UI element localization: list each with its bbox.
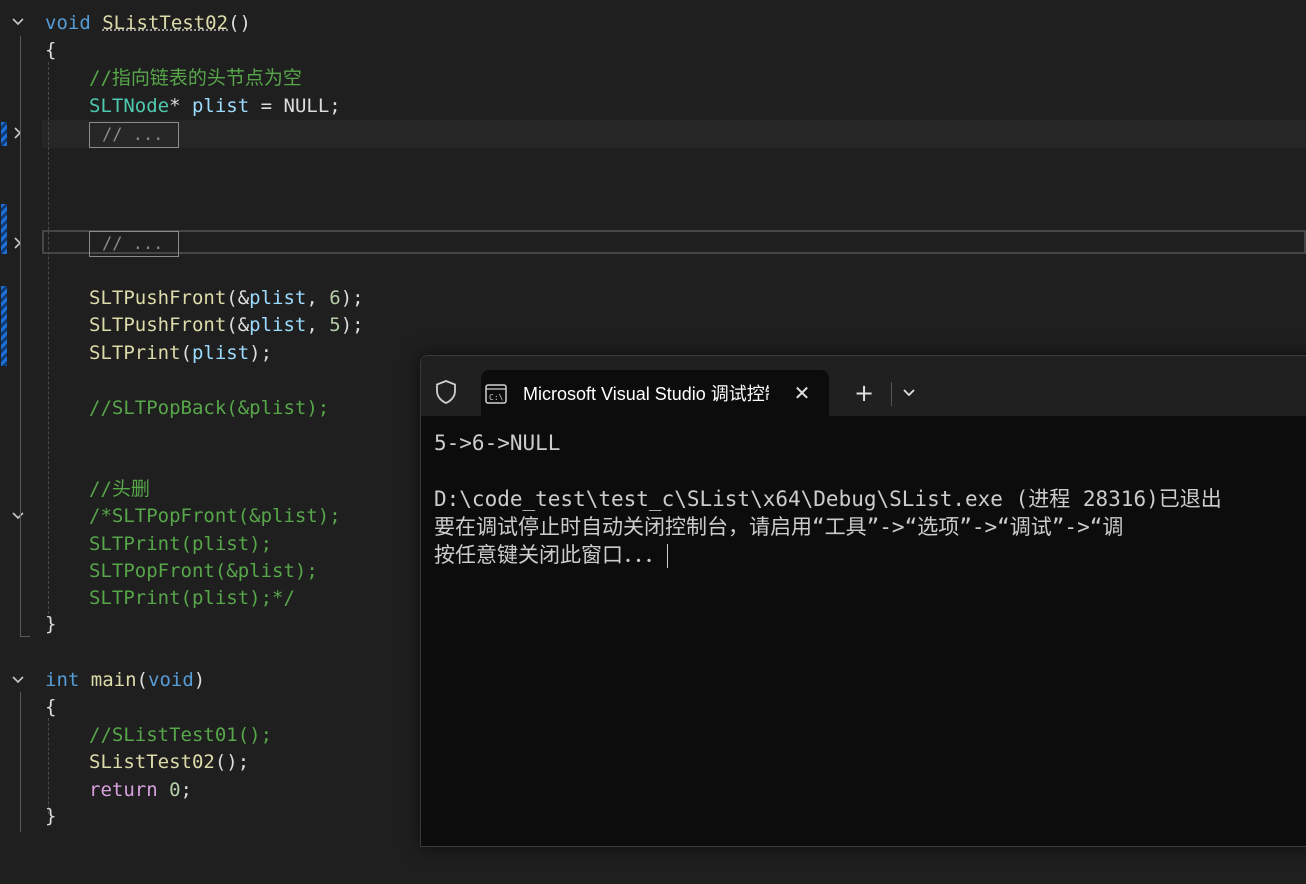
selected-line-outline [42, 230, 1306, 254]
code-line: SLTNode* plist = NULL; [0, 93, 1306, 120]
chevron-right-icon[interactable] [10, 235, 28, 253]
close-icon[interactable]: ✕ [789, 380, 815, 406]
code-line: void SListTest02() [0, 10, 1306, 37]
code-line: { [0, 37, 1306, 64]
code-line: //指向链表的头节点为空 [0, 65, 1306, 92]
console-output-line [434, 457, 1306, 485]
collapsed-region[interactable]: // ... [89, 231, 179, 257]
svg-text:C:\: C:\ [489, 393, 504, 402]
tab-title: Microsoft Visual Studio 调试控制台 [523, 370, 769, 418]
divider [891, 382, 892, 406]
shield-icon[interactable] [435, 380, 457, 404]
collapsed-region[interactable]: // ... [89, 122, 179, 148]
console-output-line: 要在调试停止时自动关闭控制台，请启用“工具”->“选项”->“调试”->“调 [434, 513, 1306, 541]
terminal-titlebar[interactable]: C:\ Microsoft Visual Studio 调试控制台 ✕ + [421, 356, 1306, 416]
current-line-highlight [42, 120, 1306, 148]
change-marker [1, 204, 7, 254]
console-app-icon: C:\ [485, 384, 507, 404]
console-prompt-text: 按任意键关闭此窗口．．． [434, 543, 665, 567]
plus-icon[interactable]: + [851, 380, 877, 406]
terminal-tab[interactable]: C:\ Microsoft Visual Studio 调试控制台 ✕ [481, 370, 829, 418]
code-line: SLTPushFront(&plist, 6); [0, 285, 1306, 312]
console-output-line: D:\code_test\test_c\SList\x64\Debug\SLis… [434, 485, 1306, 513]
text-cursor [667, 544, 668, 568]
debug-console-window[interactable]: C:\ Microsoft Visual Studio 调试控制台 ✕ + 5-… [420, 355, 1306, 847]
dropdown-chevron-icon[interactable] [899, 382, 919, 402]
console-output-line: 按任意键关闭此窗口．．． [434, 541, 1306, 569]
console-output-line: 5->6->NULL [434, 429, 1306, 457]
code-line: SLTPushFront(&plist, 5); [0, 312, 1306, 339]
